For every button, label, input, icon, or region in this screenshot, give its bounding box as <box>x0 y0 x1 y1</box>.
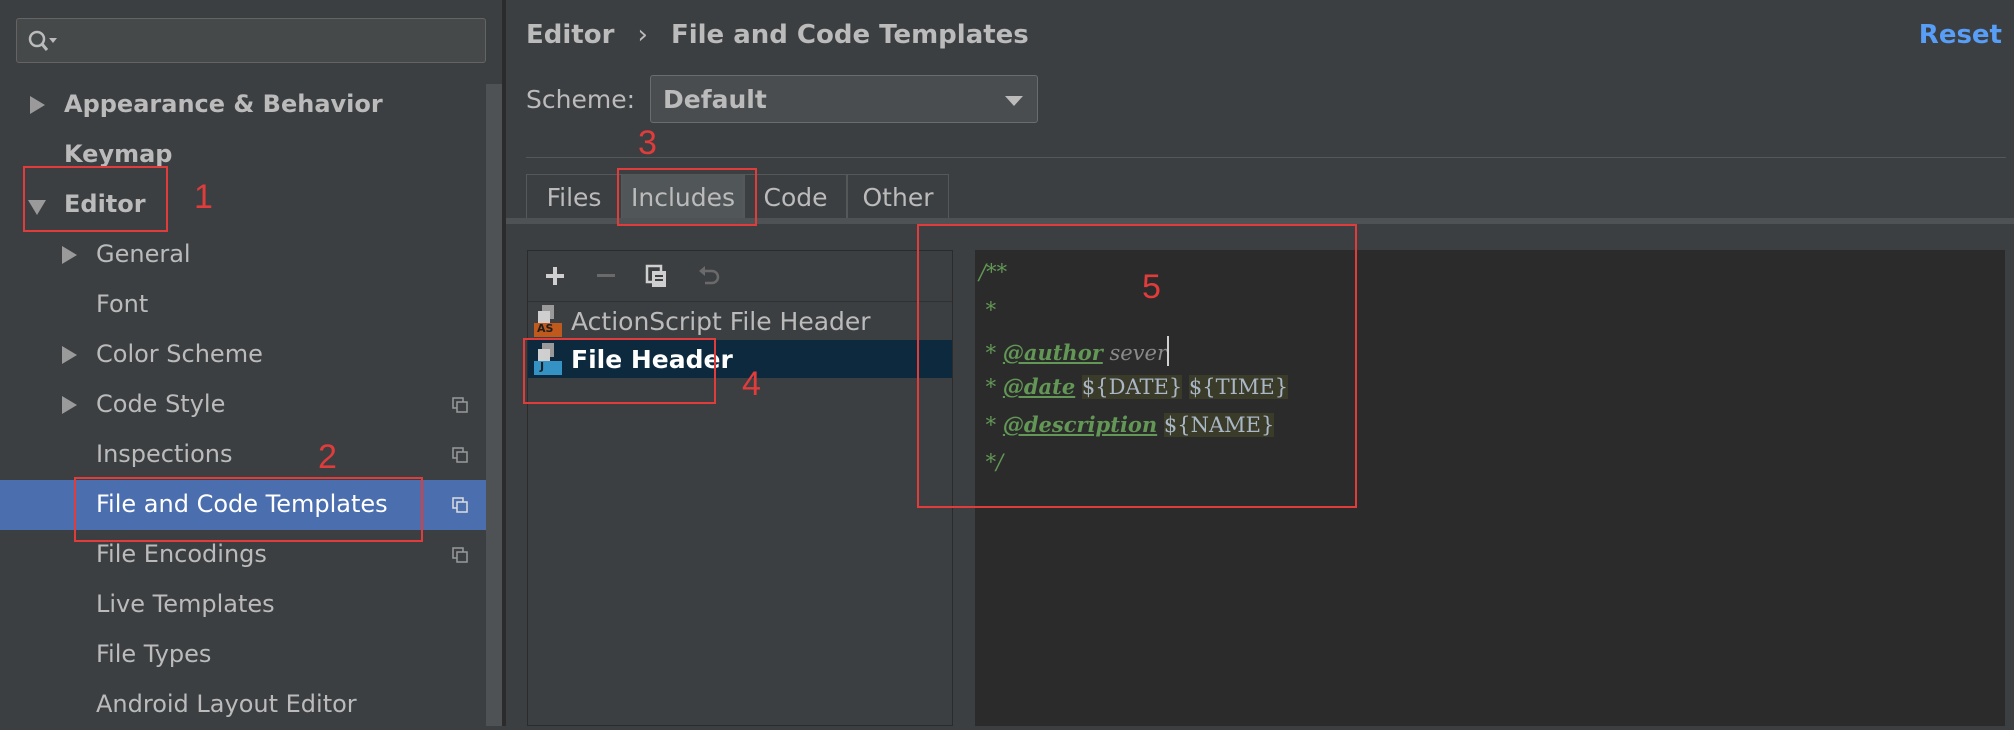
project-scope-icon <box>452 447 468 463</box>
tree-item-label: General <box>96 240 191 268</box>
tree-item-general[interactable]: General <box>0 230 502 280</box>
tree-item-label: Font <box>96 290 149 318</box>
annotation-box-4 <box>523 338 716 404</box>
scheme-label: Scheme: <box>526 85 635 114</box>
template-list-panel: AS ActionScript File Header J File Heade… <box>527 250 953 726</box>
project-scope-icon <box>452 547 468 563</box>
add-icon[interactable] <box>542 263 568 289</box>
expand-arrow-icon[interactable] <box>62 346 77 364</box>
tree-item-label: Color Scheme <box>96 340 263 368</box>
project-scope-icon <box>452 497 468 513</box>
copy-icon[interactable] <box>644 263 670 289</box>
reset-link[interactable]: Reset <box>1919 20 2002 50</box>
separator <box>526 157 2006 158</box>
tree-item-label: Android Layout Editor <box>96 690 357 718</box>
scheme-value: Default <box>663 85 767 114</box>
expand-arrow-icon[interactable] <box>62 246 77 264</box>
annotation-number-1: 1 <box>194 178 213 216</box>
tree-item-inspections[interactable]: Inspections <box>0 430 502 480</box>
annotation-number-2: 2 <box>318 438 337 476</box>
expand-arrow-icon[interactable] <box>62 396 77 414</box>
remove-icon[interactable] <box>593 263 619 289</box>
tree-item-font[interactable]: Font <box>0 280 502 330</box>
template-item-label: ActionScript File Header <box>571 307 871 336</box>
breadcrumb-root: Editor <box>526 20 615 50</box>
scheme-dropdown[interactable]: Default <box>650 75 1038 123</box>
sidebar-scrollbar[interactable] <box>486 84 502 726</box>
annotation-box-5 <box>917 224 1357 508</box>
expand-arrow-icon[interactable] <box>30 96 45 114</box>
tree-item-code-style[interactable]: Code Style <box>0 380 502 430</box>
tree-item-label: Appearance & Behavior <box>64 90 383 118</box>
tree-item-label: Inspections <box>96 440 233 468</box>
annotation-number-3: 3 <box>638 124 657 162</box>
reset-icon[interactable] <box>696 263 722 289</box>
settings-search-input[interactable] <box>16 18 486 63</box>
project-scope-icon <box>452 397 468 413</box>
tree-item-file-types[interactable]: File Types <box>0 630 502 680</box>
chevron-down-icon <box>1005 96 1023 106</box>
annotation-box-1 <box>23 166 168 232</box>
tree-item-label: File Types <box>96 640 212 668</box>
tree-item-label: Code Style <box>96 390 226 418</box>
tree-item-label: File Encodings <box>96 540 267 568</box>
template-item-actionscript[interactable]: AS ActionScript File Header <box>528 302 952 340</box>
tree-item-appearance[interactable]: Appearance & Behavior <box>0 80 502 130</box>
annotation-number-5: 5 <box>1142 268 1161 306</box>
list-toolbar <box>528 251 952 302</box>
tab-code[interactable]: Code <box>744 174 847 220</box>
breadcrumb: Editor › File and Code Templates <box>526 20 1029 50</box>
tree-item-android-layout-editor[interactable]: Android Layout Editor <box>0 680 502 730</box>
settings-sidebar: Appearance & Behavior Keymap Editor Gene… <box>0 0 502 726</box>
annotation-box-2 <box>74 477 423 542</box>
annotation-number-4: 4 <box>742 365 761 403</box>
breadcrumb-separator: › <box>637 20 648 50</box>
tree-item-label: Live Templates <box>96 590 275 618</box>
tab-files[interactable]: Files <box>526 174 622 220</box>
annotation-box-3 <box>617 168 757 226</box>
tree-item-color-scheme[interactable]: Color Scheme <box>0 330 502 380</box>
file-badge: AS <box>537 322 554 335</box>
tab-other[interactable]: Other <box>847 174 949 220</box>
tree-item-label: Keymap <box>64 140 173 168</box>
breadcrumb-current: File and Code Templates <box>670 20 1029 50</box>
tree-item-live-templates[interactable]: Live Templates <box>0 580 502 630</box>
search-icon <box>28 30 57 51</box>
